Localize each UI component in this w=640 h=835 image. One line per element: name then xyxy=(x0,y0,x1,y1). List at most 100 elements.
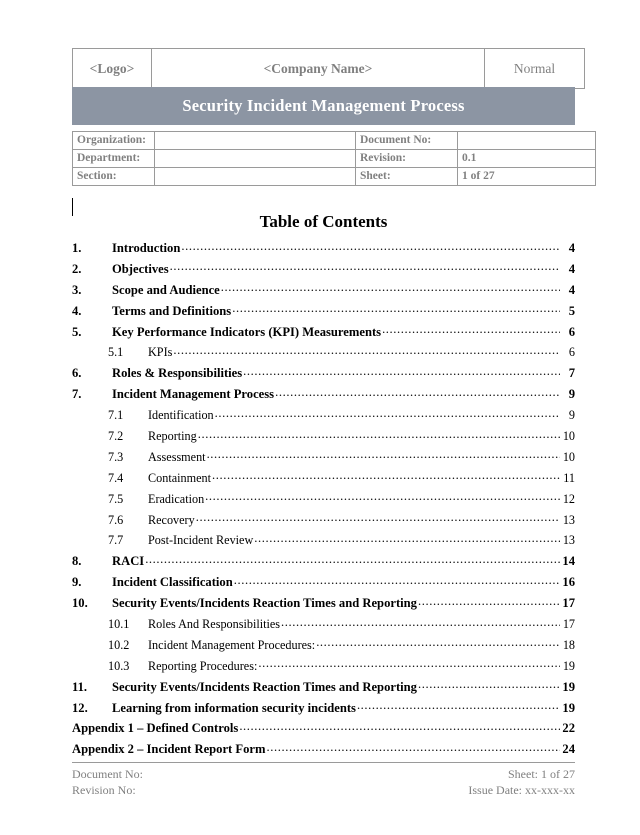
toc-entry-page: 16 xyxy=(562,575,575,590)
toc-dot-leader: ........................................… xyxy=(220,280,560,295)
document-footer: Document No: Revision No: Sheet: 1 of 27… xyxy=(72,766,575,798)
toc-entry-number: 7.2 xyxy=(108,429,124,444)
toc-entry-page: 10 xyxy=(562,449,575,464)
toc-entry-title: Security Events/Incidents Reaction Times… xyxy=(112,679,417,694)
table-row: Department: Revision: 0.1 xyxy=(72,149,596,168)
toc-entry-number: 10.2 xyxy=(108,637,130,652)
toc-dot-leader: ........................................… xyxy=(181,238,560,253)
department-label: Department: xyxy=(72,149,155,168)
toc-entry-number: 8. xyxy=(72,554,82,569)
footer-document-no: Document No: xyxy=(72,767,143,781)
footer-revision-no: Revision No: xyxy=(72,783,136,797)
toc-entry-page: 4 xyxy=(568,261,575,276)
toc-entry-title: Appendix 2 – Incident Report Form xyxy=(72,742,266,757)
toc-entry-title: Scope and Audience xyxy=(112,282,220,297)
toc-dot-leader: ........................................… xyxy=(275,384,560,399)
table-row: Organization: Document No: xyxy=(72,131,596,150)
toc-entry-number: 5. xyxy=(72,324,82,339)
toc-entry-number: 5.1 xyxy=(108,345,124,360)
toc-entry-title: Post-Incident Review xyxy=(148,533,254,548)
toc-dot-leader: ........................................… xyxy=(145,551,560,566)
department-value xyxy=(154,149,356,168)
toc-entry-number: 10.1 xyxy=(108,617,130,632)
toc-entry-page: 10 xyxy=(562,429,575,444)
toc-dot-leader: ........................................… xyxy=(214,405,560,420)
toc-entry-title: Terms and Definitions xyxy=(112,303,232,318)
toc-entry-page: 13 xyxy=(562,533,575,548)
toc-entry-number: 7.4 xyxy=(108,470,124,485)
toc-entry-title: Eradication xyxy=(148,491,205,506)
toc-entry-page: 14 xyxy=(562,554,575,569)
toc-entry-number: 11. xyxy=(72,679,88,694)
footer-divider xyxy=(72,762,575,763)
table-row: Section: Sheet: 1 of 27 xyxy=(72,167,596,186)
toc-entry-title: Incident Classification xyxy=(112,575,233,590)
toc-entry-page: 6 xyxy=(568,345,575,360)
toc-dot-leader: ........................................… xyxy=(173,342,560,357)
toc-entry[interactable]: Appendix 2 – Incident Report Form.......… xyxy=(72,740,575,763)
toc-entry-title: Reporting xyxy=(148,429,197,444)
toc-dot-leader: ........................................… xyxy=(254,530,560,545)
toc-dot-leader: ........................................… xyxy=(206,447,560,462)
document-title-bar: Security Incident Management Process xyxy=(72,87,575,125)
footer-right-column: Sheet: 1 of 27 Issue Date: xx-xxx-xx xyxy=(468,766,575,798)
toc-entry-title: Learning from information security incid… xyxy=(112,700,356,715)
toc-entry-number: 7.1 xyxy=(108,408,124,423)
toc-dot-leader: ........................................… xyxy=(239,718,560,733)
toc-dot-leader: ........................................… xyxy=(417,677,560,692)
toc-entry-title: Incident Management Process xyxy=(112,387,275,402)
company-name-cell: <Company Name> xyxy=(151,48,485,89)
toc-entry-page: 11 xyxy=(563,470,575,485)
toc-entry-page: 9 xyxy=(568,387,575,402)
revision-label: Revision: xyxy=(355,149,458,168)
toc-dot-leader: ........................................… xyxy=(356,698,560,713)
toc-entry-page: 24 xyxy=(562,742,575,757)
toc-entry-title: Appendix 1 – Defined Controls xyxy=(72,721,239,736)
toc-dot-leader: ........................................… xyxy=(211,468,560,483)
toc-entry-title: Objectives xyxy=(112,261,169,276)
toc-dot-leader: ........................................… xyxy=(197,426,560,441)
toc-entry-number: 10.3 xyxy=(108,658,130,673)
toc-dot-leader: ........................................… xyxy=(258,656,560,671)
toc-dot-leader: ........................................… xyxy=(417,593,560,608)
toc-dot-leader: ........................................… xyxy=(232,301,560,316)
toc-entry-page: 19 xyxy=(562,700,575,715)
sheet-label: Sheet: xyxy=(355,167,458,186)
toc-entry-number: 1. xyxy=(72,241,82,255)
footer-left-column: Document No: Revision No: xyxy=(72,766,143,798)
toc-dot-leader: ........................................… xyxy=(195,510,560,525)
toc-entry-number: 7.6 xyxy=(108,512,124,527)
toc-dot-leader: ........................................… xyxy=(169,259,560,274)
toc-entry-page: 22 xyxy=(562,721,575,736)
toc-dot-leader: ........................................… xyxy=(316,635,560,650)
toc-entry-page: 4 xyxy=(568,241,575,255)
toc-entry-page: 12 xyxy=(562,491,575,506)
page-title: Security Incident Management Process xyxy=(182,96,465,115)
classification-status-cell: Normal xyxy=(484,48,585,89)
toc-entry-title: Incident Management Procedures: xyxy=(148,637,316,652)
sheet-value: 1 of 27 xyxy=(457,167,596,186)
toc-entry-title: Security Events/Incidents Reaction Times… xyxy=(112,596,417,611)
toc-entry-title: Assessment xyxy=(148,449,206,464)
toc-entry-title: RACI xyxy=(112,554,145,569)
toc-entry-title: Roles And Responsibilities xyxy=(148,617,281,632)
toc-dot-leader: ........................................… xyxy=(205,489,560,504)
section-value xyxy=(154,167,356,186)
table-of-contents-list: 1. Introduction..........................… xyxy=(72,238,575,763)
toc-entry-number: 7.3 xyxy=(108,449,124,464)
toc-entry-number: 3. xyxy=(72,282,82,297)
toc-entry-title: Roles & Responsibilities xyxy=(112,366,243,381)
organization-value xyxy=(154,131,356,150)
toc-entry-page: 5 xyxy=(568,303,575,318)
toc-entry-title: Introduction xyxy=(112,241,181,255)
revision-value: 0.1 xyxy=(457,149,596,168)
toc-entry-title: KPIs xyxy=(148,345,173,360)
toc-entry-number: 9. xyxy=(72,575,82,590)
footer-issue-date: Issue Date: xx-xxx-xx xyxy=(468,783,575,797)
toc-entry-page: 6 xyxy=(568,324,575,339)
footer-sheet: Sheet: 1 of 27 xyxy=(508,767,575,781)
document-no-value xyxy=(457,131,596,150)
toc-entry-number: 12. xyxy=(72,700,88,715)
toc-entry-number: 4. xyxy=(72,303,82,318)
toc-entry-page: 17 xyxy=(562,617,575,632)
